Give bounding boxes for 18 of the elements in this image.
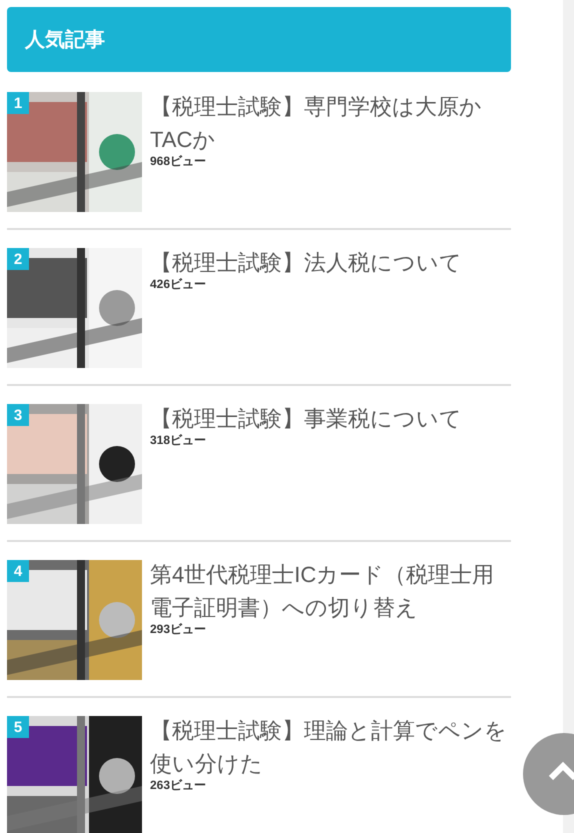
rank-badge: 4 [7, 560, 29, 582]
view-count: 968ビュー [150, 153, 208, 170]
view-count: 318ビュー [150, 432, 208, 449]
article-link[interactable]: 【税理士試験】専門学校は大原かTACか [150, 90, 511, 156]
scrollbar[interactable] [563, 0, 574, 833]
article-link[interactable]: 第4世代税理士ICカード（税理士用電子証明書）への切り替え [150, 558, 511, 624]
view-count: 426ビュー [150, 276, 208, 293]
rank-badge: 3 [7, 404, 29, 426]
view-count: 293ビュー [150, 621, 208, 638]
view-count: 263ビュー [150, 777, 208, 794]
rank-badge: 5 [7, 716, 29, 738]
rank-badge: 1 [7, 92, 29, 114]
article-link[interactable]: 【税理士試験】理論と計算でペンを使い分けた [150, 714, 511, 780]
article-link[interactable]: 【税理士試験】法人税について [150, 246, 511, 279]
article-link[interactable]: 【税理士試験】事業税について [150, 402, 511, 435]
widget-title: 人気記事 [7, 7, 511, 72]
chevron-up-icon [548, 761, 574, 781]
rank-badge: 2 [7, 248, 29, 270]
